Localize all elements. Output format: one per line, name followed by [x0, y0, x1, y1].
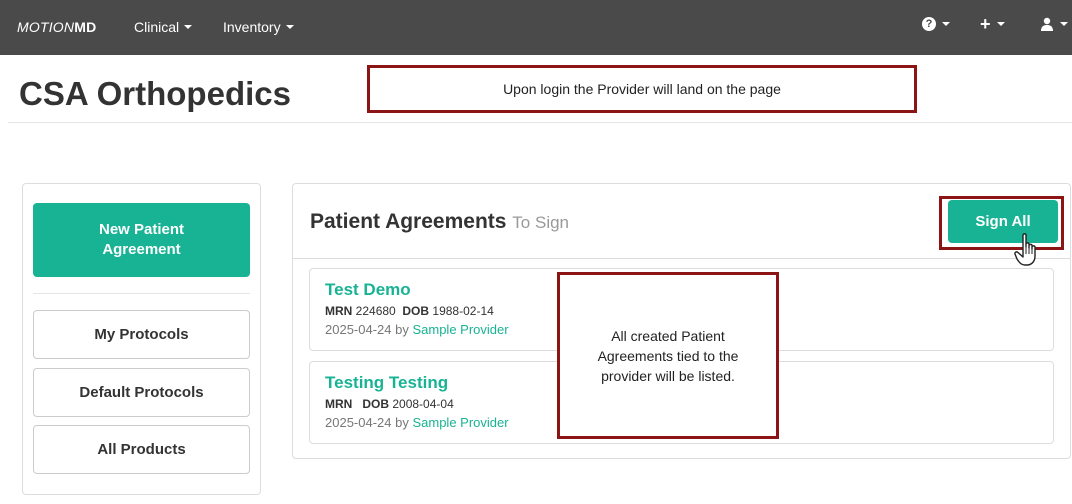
chevron-down-icon — [184, 25, 193, 29]
page-title: CSA Orthopedics — [19, 75, 291, 112]
dob-label: DOB — [362, 397, 390, 411]
top-navbar: MOTIONMD Clinical Inventory ? + — [0, 0, 1072, 55]
all-products-button[interactable]: All Products — [33, 425, 250, 474]
panel-title-sub: To Sign — [512, 213, 569, 232]
help-menu[interactable]: ? — [922, 17, 950, 31]
chevron-down-icon — [1060, 22, 1068, 26]
question-circle-icon: ? — [922, 17, 936, 31]
brand-logo-part1: MOTION — [17, 19, 75, 35]
annotation-sign-all-highlight — [939, 196, 1064, 250]
agreement-created: 2025-04-24 by Sample Provider — [325, 322, 509, 337]
panel-title: Patient Agreements To Sign — [310, 210, 569, 234]
header-divider — [8, 122, 1072, 123]
chevron-down-icon — [285, 25, 294, 29]
dob-value: 1988-02-14 — [432, 304, 494, 318]
brand-logo[interactable]: MOTIONMD — [17, 19, 96, 35]
created-date: 2025-04-24 by — [325, 322, 409, 337]
annotation-login-note: Upon login the Provider will land on the… — [367, 65, 917, 113]
add-menu[interactable]: + — [980, 14, 1005, 34]
annotation-list-note: All created Patient Agreements tied to t… — [557, 272, 779, 439]
dob-value: 2008-04-04 — [392, 397, 454, 411]
provider-link[interactable]: Sample Provider — [412, 322, 508, 337]
agreement-meta: MRN DOB 2008-04-04 — [325, 397, 454, 411]
nav-menu-clinical-label: Clinical — [134, 19, 180, 35]
sidebar-divider — [33, 293, 250, 294]
hand-cursor-icon — [1014, 233, 1036, 266]
mrn-label: MRN — [325, 397, 353, 411]
agreement-created: 2025-04-24 by Sample Provider — [325, 415, 509, 430]
mrn-label: MRN — [325, 304, 353, 318]
chevron-down-icon — [996, 22, 1005, 26]
user-menu[interactable] — [1040, 17, 1068, 31]
plus-icon: + — [980, 14, 991, 34]
agreement-name-link[interactable]: Testing Testing — [325, 373, 448, 393]
agreement-meta: MRN 224680 DOB 1988-02-14 — [325, 304, 494, 318]
brand-logo-part2: MD — [74, 19, 97, 35]
nav-menu-clinical[interactable]: Clinical — [134, 19, 193, 35]
annotation-login-text: Upon login the Provider will land on the… — [503, 81, 781, 97]
user-icon — [1041, 17, 1053, 31]
provider-link[interactable]: Sample Provider — [412, 415, 508, 430]
created-date: 2025-04-24 by — [325, 415, 409, 430]
nav-menu-inventory-label: Inventory — [223, 19, 281, 35]
mrn-value: 224680 — [355, 304, 396, 318]
agreement-name-link[interactable]: Test Demo — [325, 280, 411, 300]
dob-label: DOB — [402, 304, 430, 318]
new-patient-agreement-button[interactable]: New Patient Agreement — [33, 203, 250, 277]
default-protocols-button[interactable]: Default Protocols — [33, 368, 250, 417]
annotation-list-text: All created Patient Agreements tied to t… — [597, 327, 739, 384]
panel-title-main: Patient Agreements — [310, 210, 507, 233]
my-protocols-button[interactable]: My Protocols — [33, 310, 250, 359]
chevron-down-icon — [942, 22, 950, 26]
nav-menu-inventory[interactable]: Inventory — [223, 19, 294, 35]
